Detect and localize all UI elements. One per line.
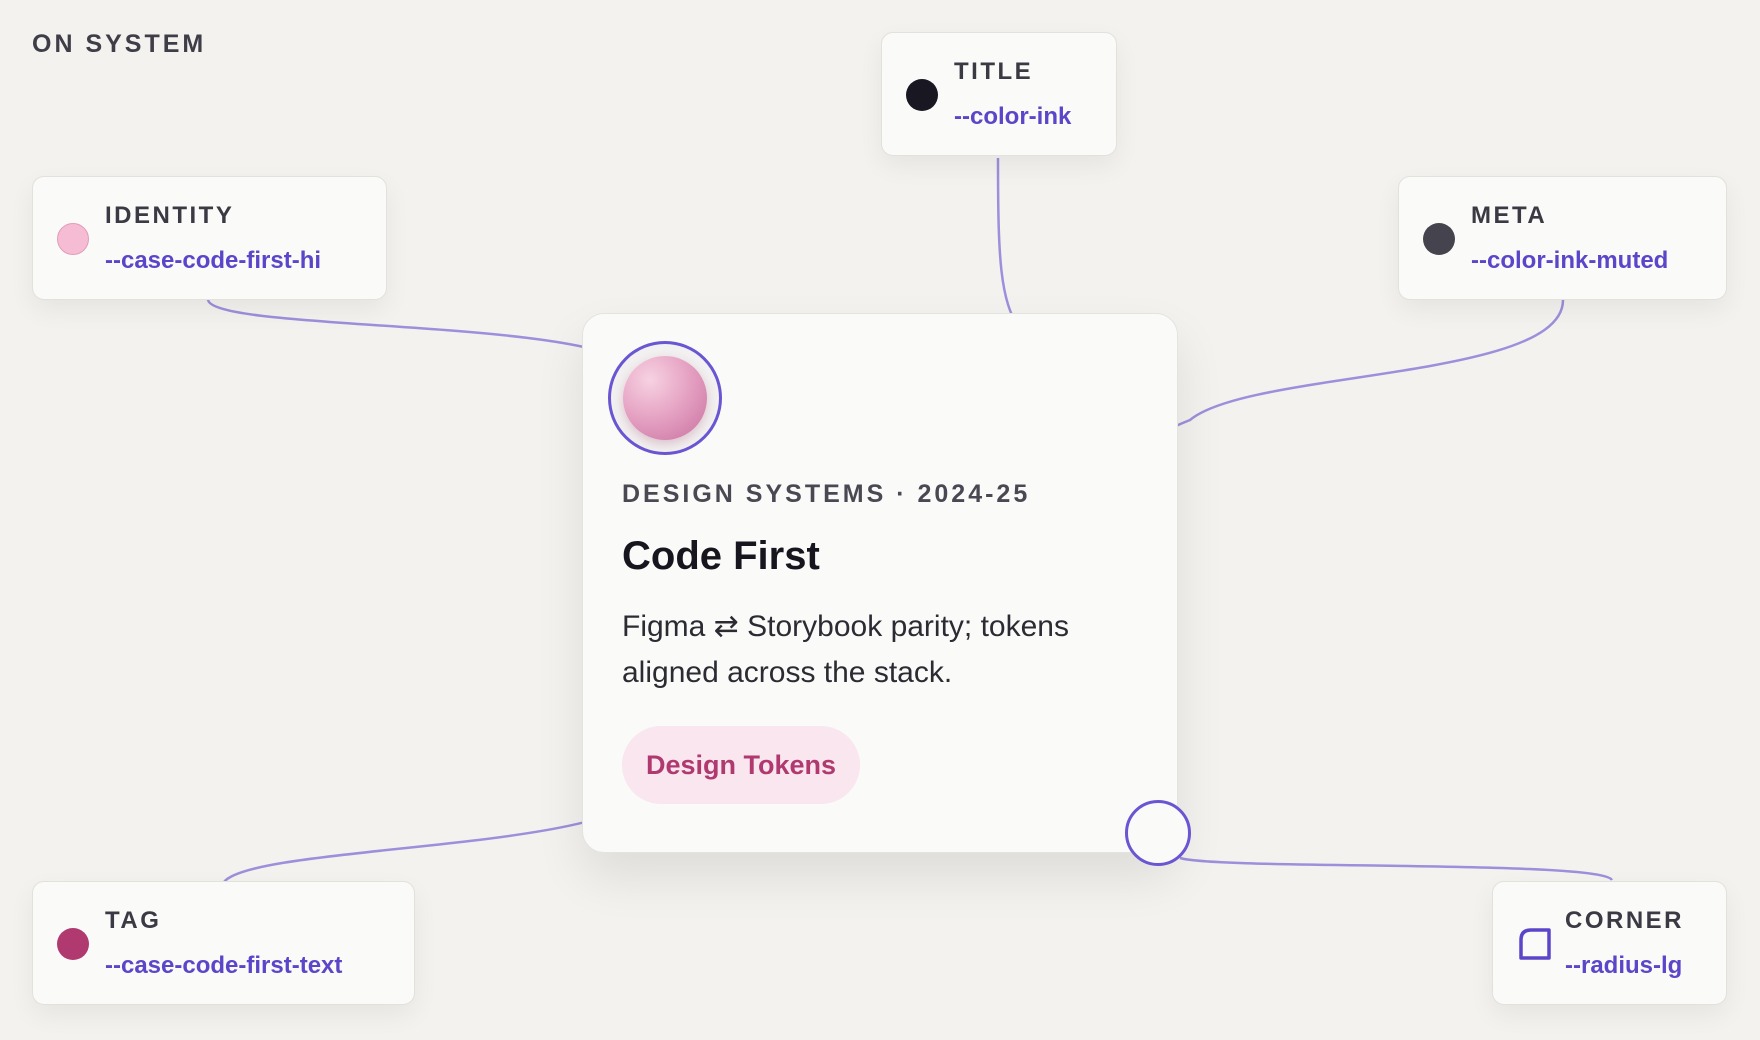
wire-tag [223, 802, 635, 883]
callout-meta-token: --color-ink-muted [1471, 247, 1669, 274]
callout-meta-label: META [1471, 202, 1548, 229]
corner-radius-indicator [1125, 800, 1191, 866]
title-color-swatch [906, 79, 938, 111]
card-meta: DESIGN SYSTEMS · 2024-25 [622, 480, 1031, 508]
tag-color-swatch [57, 928, 89, 960]
callout-tag-label: TAG [105, 907, 162, 934]
identity-avatar-ring [608, 341, 722, 455]
callout-corner: CORNER --radius-lg [1492, 881, 1727, 1005]
wire-meta [1124, 299, 1565, 475]
meta-color-swatch [1423, 223, 1455, 255]
wire-identity [206, 299, 629, 364]
callout-tag: TAG --case-code-first-text [32, 881, 415, 1005]
callout-tag-token: --case-code-first-text [105, 952, 343, 979]
callout-meta: META --color-ink-muted [1398, 176, 1727, 300]
identity-color-swatch [57, 223, 89, 255]
callout-identity: IDENTITY --case-code-first-hi [32, 176, 387, 300]
design-tokens-tag[interactable]: Design Tokens [622, 726, 861, 804]
callout-corner-token: --radius-lg [1565, 952, 1683, 979]
callout-identity-token: --case-code-first-hi [105, 247, 322, 274]
callout-title-token: --color-ink [954, 103, 1072, 130]
corner-radius-icon [1519, 928, 1551, 960]
callout-identity-label: IDENTITY [105, 202, 235, 229]
wire-corner [1179, 856, 1614, 881]
card-description: Figma ⇄ Storybook parity; tokens aligned… [622, 610, 1069, 689]
callout-corner-label: CORNER [1565, 907, 1685, 934]
card-title: Code First [622, 534, 820, 578]
callout-title-label: TITLE [954, 58, 1034, 85]
identity-avatar [623, 356, 707, 440]
callout-title: TITLE --color-ink [881, 32, 1117, 156]
